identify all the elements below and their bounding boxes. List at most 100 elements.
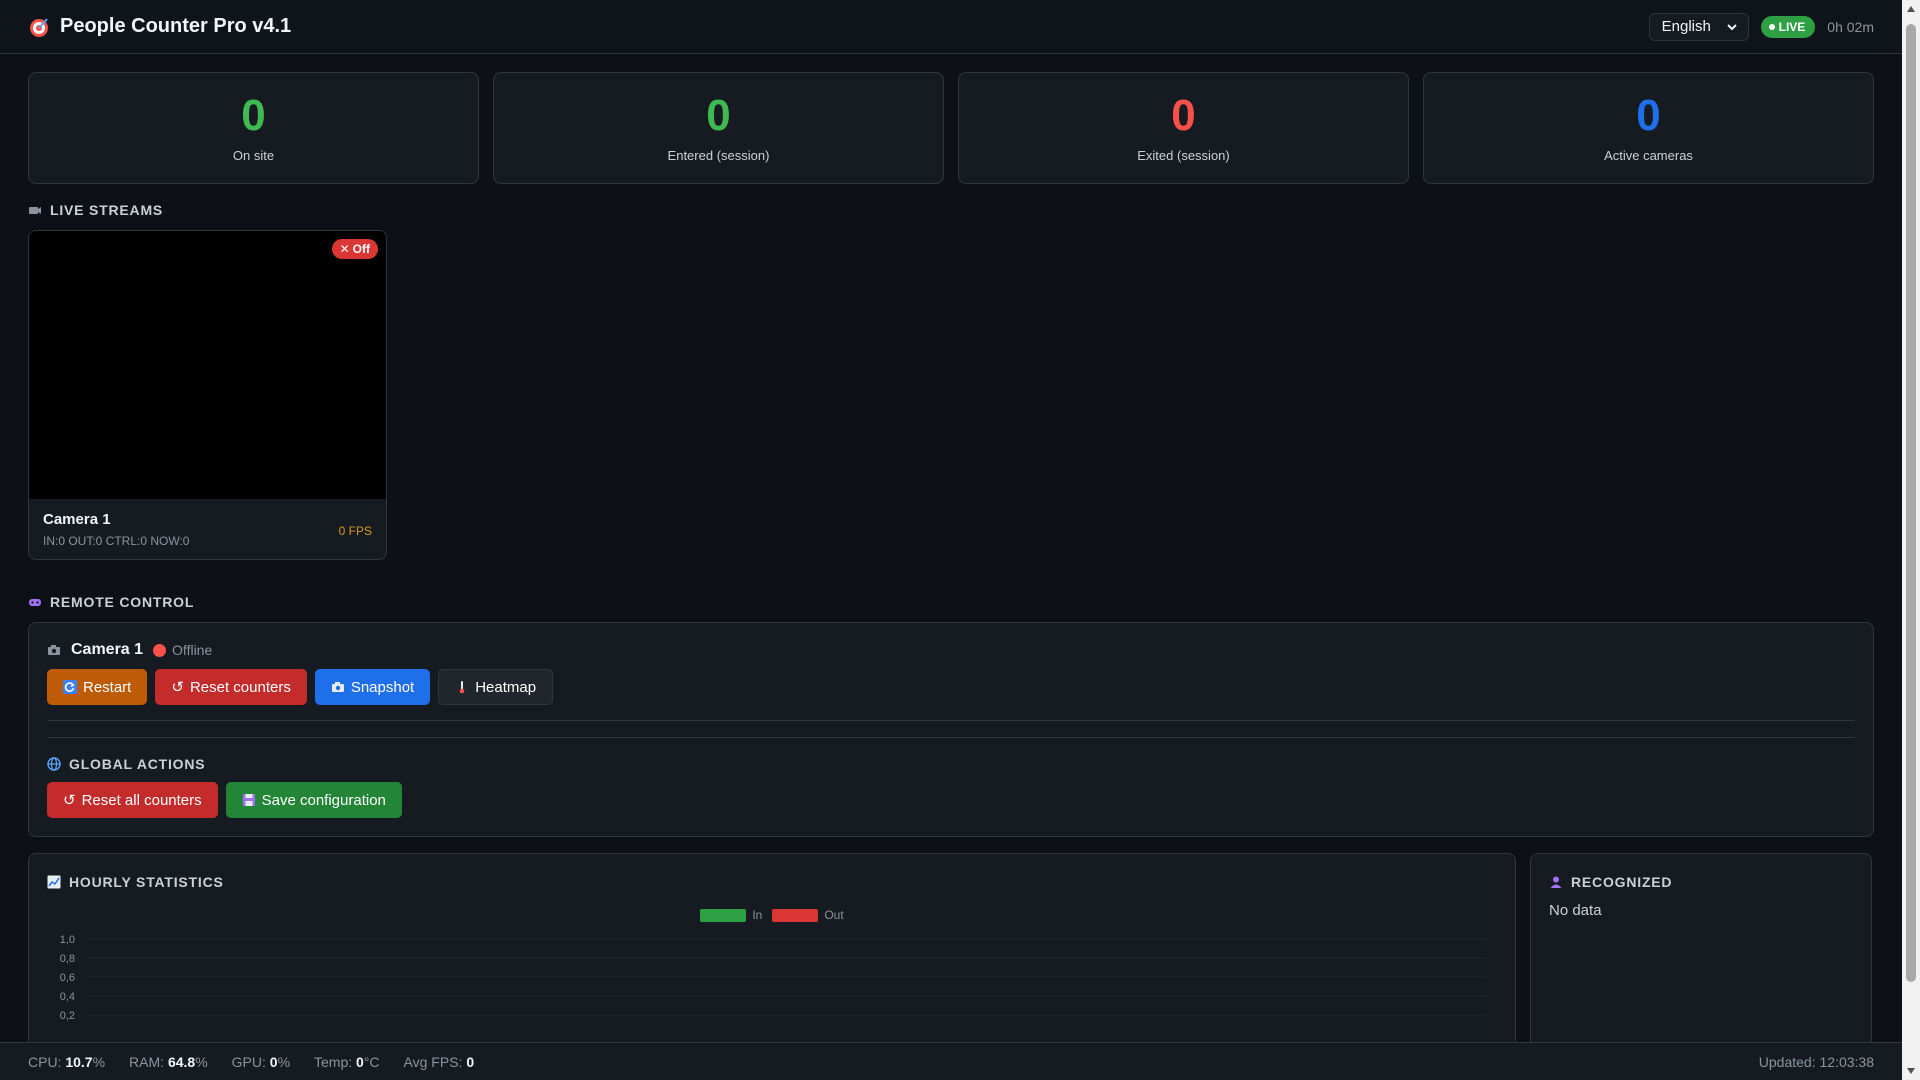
cpu-label: CPU: [28,1053,62,1070]
recognized-title: RECOGNIZED [1571,874,1673,890]
camera-counts: IN:0 OUT:0 CTRL:0 NOW:0 [43,534,190,548]
uptime: 0h 02m [1827,18,1874,35]
global-actions-heading: GLOBAL ACTIONS [47,756,1855,772]
remote-camera-name: Camera 1 [71,641,144,658]
heatmap-label: Heatmap [475,678,537,696]
user-icon [1550,876,1562,888]
reset-icon: ↺ [171,679,184,696]
stat-value: 0 [1171,90,1196,140]
stat-value: 0 [241,90,266,140]
stats-row: 0 On site 0 Entered (session) 0 Exited (… [28,72,1874,184]
legend-item-out[interactable]: Out [772,908,844,922]
reset-counters-label: Reset counters [189,678,291,696]
y-tick-label: 0,2 [60,1010,75,1022]
restart-button[interactable]: Restart [47,669,148,705]
ram-label: RAM: [129,1053,165,1070]
stat-value: 0 [1636,90,1661,140]
snapshot-label: Snapshot [350,678,415,696]
page-scrollbar[interactable] [1902,0,1920,1080]
ram-unit: % [195,1053,208,1070]
cpu-stat: CPU: 10.7% [28,1054,105,1070]
chart-icon [47,875,61,889]
snapshot-button[interactable]: Snapshot [314,669,431,705]
thermometer-icon [459,681,465,694]
scroll-up-arrow-icon[interactable] [1906,4,1916,14]
cpu-unit: % [92,1053,106,1070]
temp-stat: Temp: 0°C [314,1054,380,1070]
reset-all-label: Reset all counters [81,791,202,809]
brand: People Counter Pro v4.1 [28,15,291,38]
recognized-panel: RECOGNIZED No data [1530,853,1872,1053]
legend-label-in: In [752,908,763,922]
stat-card-exited: 0 Exited (session) [958,72,1409,184]
camera-icon [331,682,344,692]
remote-control-panel: Camera 1 Offline Restart ↺ Reset counter… [28,622,1874,837]
stat-label: Entered (session) [667,147,770,163]
hourly-chart: 1,0 0,8 0,6 0,4 0,2 [60,934,1487,1022]
save-configuration-label: Save configuration [261,791,386,809]
global-actions: ↺ Reset all counters Save configuration [47,782,1855,818]
camera-name: Camera 1 [43,511,111,528]
stat-label: On site [232,147,275,163]
gamepad-icon [29,599,41,606]
stat-card-active-cameras: 0 Active cameras [1423,72,1874,184]
y-tick-label: 0,4 [60,991,75,1003]
legend-swatch-out [772,908,819,922]
gpu-label: GPU: [231,1053,266,1070]
hourly-statistics-title: HOURLY STATISTICS [69,874,224,890]
scroll-down-arrow-icon[interactable] [1906,1066,1916,1076]
divider [47,737,1855,738]
legend-swatch-in [700,908,747,922]
offline-status-icon [153,643,167,657]
remote-camera-row: Camera 1 Offline [47,641,1855,659]
target-icon [30,17,48,37]
top-header: People Counter Pro v4.1 English LIVE 0h … [0,0,1902,54]
camera-video: ✕ Off [29,231,386,499]
global-actions-title: GLOBAL ACTIONS [69,756,206,772]
reset-icon: ↺ [63,792,76,809]
scrollbar-thumb[interactable] [1906,24,1916,982]
temp-label: Temp: [314,1053,353,1070]
system-stats: CPU: 10.7% RAM: 64.8% GPU: 0% Temp: 0°C … [28,1054,474,1070]
cpu-value: 10.7 [65,1053,93,1070]
remote-control-title: REMOTE CONTROL [50,594,195,610]
remote-control-heading: REMOTE CONTROL [28,594,1874,610]
gpu-unit: % [277,1053,291,1070]
chart-legend: In Out [47,908,1497,922]
stat-card-on-site: 0 On site [28,72,479,184]
legend-label-out: Out [824,908,844,922]
header-controls: English LIVE 0h 02m [1648,12,1874,41]
remote-camera-status: Offline [172,642,213,658]
video-camera-icon [29,207,41,214]
app-page: People Counter Pro v4.1 English LIVE 0h … [0,0,1902,1080]
chevron-down-icon [1726,23,1737,30]
off-badge: ✕ Off [331,239,378,259]
reset-counters-button[interactable]: ↺ Reset counters [155,669,307,705]
live-streams-title: LIVE STREAMS [50,202,164,218]
save-configuration-button[interactable]: Save configuration [225,782,402,818]
live-label: LIVE [1778,19,1806,34]
restart-label: Restart [83,678,132,696]
gpu-stat: GPU: 0% [232,1054,290,1070]
hourly-statistics-panel: HOURLY STATISTICS In Out 1,0 0,8 0,6 0,4 0,2 [28,853,1516,1053]
live-streams-heading: LIVE STREAMS [28,202,1874,218]
language-value: English [1661,18,1711,35]
camera-fps: 0 FPS [338,524,372,538]
app-title: People Counter Pro v4.1 [60,15,292,37]
legend-item-in[interactable]: In [700,908,762,922]
globe-icon [47,757,61,771]
live-dot-icon [1768,23,1775,30]
hourly-statistics-heading: HOURLY STATISTICS [47,874,1497,890]
camera-stream-card[interactable]: ✕ Off Camera 1 IN:0 OUT:0 CTRL:0 NOW:0 0… [28,230,387,560]
reset-all-counters-button[interactable]: ↺ Reset all counters [47,782,218,818]
recognized-heading: RECOGNIZED [1549,874,1853,890]
off-badge-label: Off [352,242,370,256]
y-tick-label: 0,8 [60,953,75,965]
language-select[interactable]: English [1648,12,1749,41]
heatmap-button[interactable]: Heatmap [438,669,554,705]
avg-fps-stat: Avg FPS: 0 [404,1054,475,1070]
ram-stat: RAM: 64.8% [129,1054,208,1070]
main-content: 0 On site 0 Entered (session) 0 Exited (… [0,54,1902,1053]
refresh-icon [63,680,77,694]
temp-value: 0 [356,1053,364,1070]
